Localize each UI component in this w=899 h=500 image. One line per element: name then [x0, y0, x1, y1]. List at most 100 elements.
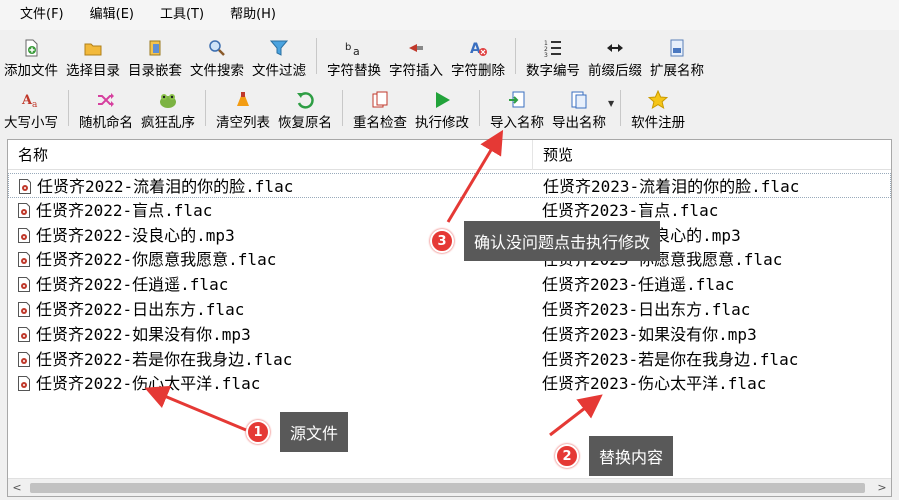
extension-icon: [666, 37, 688, 59]
prefix-suffix-button[interactable]: 前缀后缀: [584, 32, 646, 80]
preview-filename: 任贤齐2023-日出东方.flac: [542, 300, 751, 319]
preview-filename: 任贤齐2023-盲点.flac: [542, 200, 719, 220]
play-icon: [431, 89, 453, 111]
table-row[interactable]: 任贤齐2022-如果没有你.mp3 任贤齐2023-如果没有你.mp3: [8, 322, 891, 347]
add-file-button[interactable]: 添加文件: [0, 32, 62, 80]
source-filename: 任贤齐2022-流着泪的你的脸.flac: [37, 177, 294, 196]
table-row[interactable]: 任贤齐2022-流着泪的你的脸.flac 任贤齐2023-流着泪的你的脸.flac: [8, 173, 891, 198]
table-row[interactable]: 任贤齐2022-若是你在我身边.flac 任贤齐2023-若是你在我身边.flac: [8, 347, 891, 372]
nested-folder-icon: [144, 37, 166, 59]
svg-text:b: b: [345, 42, 351, 53]
callout-replace: 2 替换内容: [555, 436, 674, 476]
scroll-left-icon[interactable]: <: [8, 479, 26, 497]
random-name-button[interactable]: 随机命名: [75, 82, 137, 132]
scrollbar-thumb[interactable]: [30, 483, 865, 493]
audio-file-icon: [18, 202, 30, 218]
insert-char-button[interactable]: 字符插入: [385, 32, 447, 80]
number-button[interactable]: 123 数字编号: [522, 32, 584, 80]
callout-text: 确认没问题点击执行修改: [464, 221, 661, 261]
import-icon: [506, 89, 528, 111]
file-filter-button[interactable]: 文件过滤: [248, 32, 310, 80]
menu-help[interactable]: 帮助(H): [220, 0, 286, 30]
case-icon: Aa: [20, 89, 42, 111]
clear-list-icon: [232, 89, 254, 111]
file-list: 名称 预览 任贤齐2022-流着泪的你的脸.flac 任贤齐2023-流着泪的你的…: [7, 139, 892, 497]
file-search-button[interactable]: 文件搜索: [186, 32, 248, 80]
toolbar-separator: [316, 38, 317, 74]
crazy-shuffle-button[interactable]: 疯狂乱序: [137, 82, 199, 132]
audio-file-icon: [18, 351, 30, 367]
table-row[interactable]: 任贤齐2022-伤心太平洋.flac 任贤齐2023-伤心太平洋.flac: [8, 371, 891, 396]
source-filename: 任贤齐2022-盲点.flac: [36, 200, 213, 220]
audio-file-icon: [18, 302, 30, 317]
source-filename: 任贤齐2022-日出东方.flac: [36, 300, 245, 319]
toolbar-separator: [205, 90, 206, 126]
source-filename: 任贤齐2022-如果没有你.mp3: [36, 324, 251, 344]
select-folder-button[interactable]: 选择目录: [62, 32, 124, 80]
restore-name-button[interactable]: 恢复原名: [274, 82, 336, 132]
callout-badge: 1: [246, 420, 270, 444]
add-file-icon: [20, 37, 42, 59]
table-row[interactable]: 任贤齐2022-日出东方.flac 任贤齐2023-日出东方.flac: [8, 297, 891, 322]
callout-text: 替换内容: [589, 436, 674, 476]
menu-edit[interactable]: 编辑(E): [80, 0, 144, 30]
preview-filename: 任贤齐2023-如果没有你.mp3: [542, 324, 757, 344]
svg-text:3: 3: [544, 52, 548, 58]
callout-badge: 3: [430, 229, 454, 253]
column-header-preview[interactable]: 预览: [533, 140, 893, 170]
execute-modify-button[interactable]: 执行修改: [411, 82, 473, 132]
audio-file-icon: [18, 227, 30, 243]
preview-filename: 任贤齐2023-流着泪的你的脸.flac: [543, 177, 800, 196]
audio-file-icon: [18, 277, 30, 293]
column-header-name[interactable]: 名称: [8, 140, 533, 170]
svg-text:a: a: [353, 45, 360, 58]
prefix-suffix-icon: [604, 37, 626, 59]
menu-bar: 文件(F) 编辑(E) 工具(T) 帮助(H): [0, 0, 899, 30]
search-icon: [206, 37, 228, 59]
export-icon: [568, 89, 590, 111]
nested-folder-button[interactable]: 目录嵌套: [124, 32, 186, 80]
undo-icon: [294, 89, 316, 111]
clear-list-button[interactable]: 清空列表: [212, 82, 274, 132]
svg-text:a: a: [32, 100, 38, 110]
extension-button[interactable]: 扩展名称: [646, 32, 708, 80]
star-icon: [647, 89, 669, 111]
horizontal-scrollbar[interactable]: < >: [8, 478, 891, 496]
callout-execute: 3 确认没问题点击执行修改: [430, 221, 661, 261]
folder-icon: [82, 37, 104, 59]
duplicate-check-button[interactable]: 重名检查: [349, 82, 411, 132]
menu-tools[interactable]: 工具(T): [150, 0, 214, 30]
source-filename: 任贤齐2022-伤心太平洋.flac: [36, 374, 261, 394]
case-button[interactable]: Aa 大写小写: [0, 82, 62, 132]
toolbar-separator: [68, 90, 69, 126]
frog-icon: [157, 89, 179, 111]
toolbar-main: 添加文件 选择目录 目录嵌套 文件搜索 文件过滤 ba 字符替换 字符插入 A …: [0, 32, 899, 80]
callout-badge: 2: [555, 444, 579, 468]
audio-file-icon: [18, 252, 30, 268]
delete-char-button[interactable]: A 字符删除: [447, 32, 509, 80]
table-row[interactable]: 任贤齐2022-任逍遥.flac 任贤齐2023-任逍遥.flac: [8, 272, 891, 297]
source-filename: 任贤齐2022-你愿意我愿意.flac: [36, 250, 277, 270]
table-row[interactable]: 任贤齐2022-盲点.flac 任贤齐2023-盲点.flac: [8, 198, 891, 223]
source-filename: 任贤齐2022-若是你在我身边.flac: [36, 349, 293, 369]
toolbar-separator: [515, 38, 516, 74]
toolbar-separator: [342, 90, 343, 126]
export-dropdown-arrow-icon[interactable]: ▼: [608, 99, 614, 108]
list-header: 名称 预览: [8, 140, 891, 170]
insert-char-icon: [405, 37, 427, 59]
callout-source: 1 源文件: [246, 412, 349, 452]
replace-char-button[interactable]: ba 字符替换: [323, 32, 385, 80]
toolbar-separator: [620, 90, 622, 126]
replace-char-icon: ba: [343, 37, 365, 59]
callout-text: 源文件: [280, 412, 349, 452]
export-name-button[interactable]: 导出名称: [548, 82, 610, 132]
menu-file[interactable]: 文件(F): [10, 0, 74, 30]
scroll-right-icon[interactable]: >: [873, 479, 891, 497]
import-name-button[interactable]: 导入名称: [486, 82, 548, 132]
svg-text:A: A: [470, 41, 481, 57]
audio-file-icon: [19, 179, 31, 194]
register-button[interactable]: 软件注册: [627, 82, 689, 132]
source-filename: 任贤齐2022-任逍遥.flac: [36, 275, 229, 295]
toolbar-separator: [479, 90, 480, 126]
preview-filename: 任贤齐2023-伤心太平洋.flac: [542, 374, 767, 394]
